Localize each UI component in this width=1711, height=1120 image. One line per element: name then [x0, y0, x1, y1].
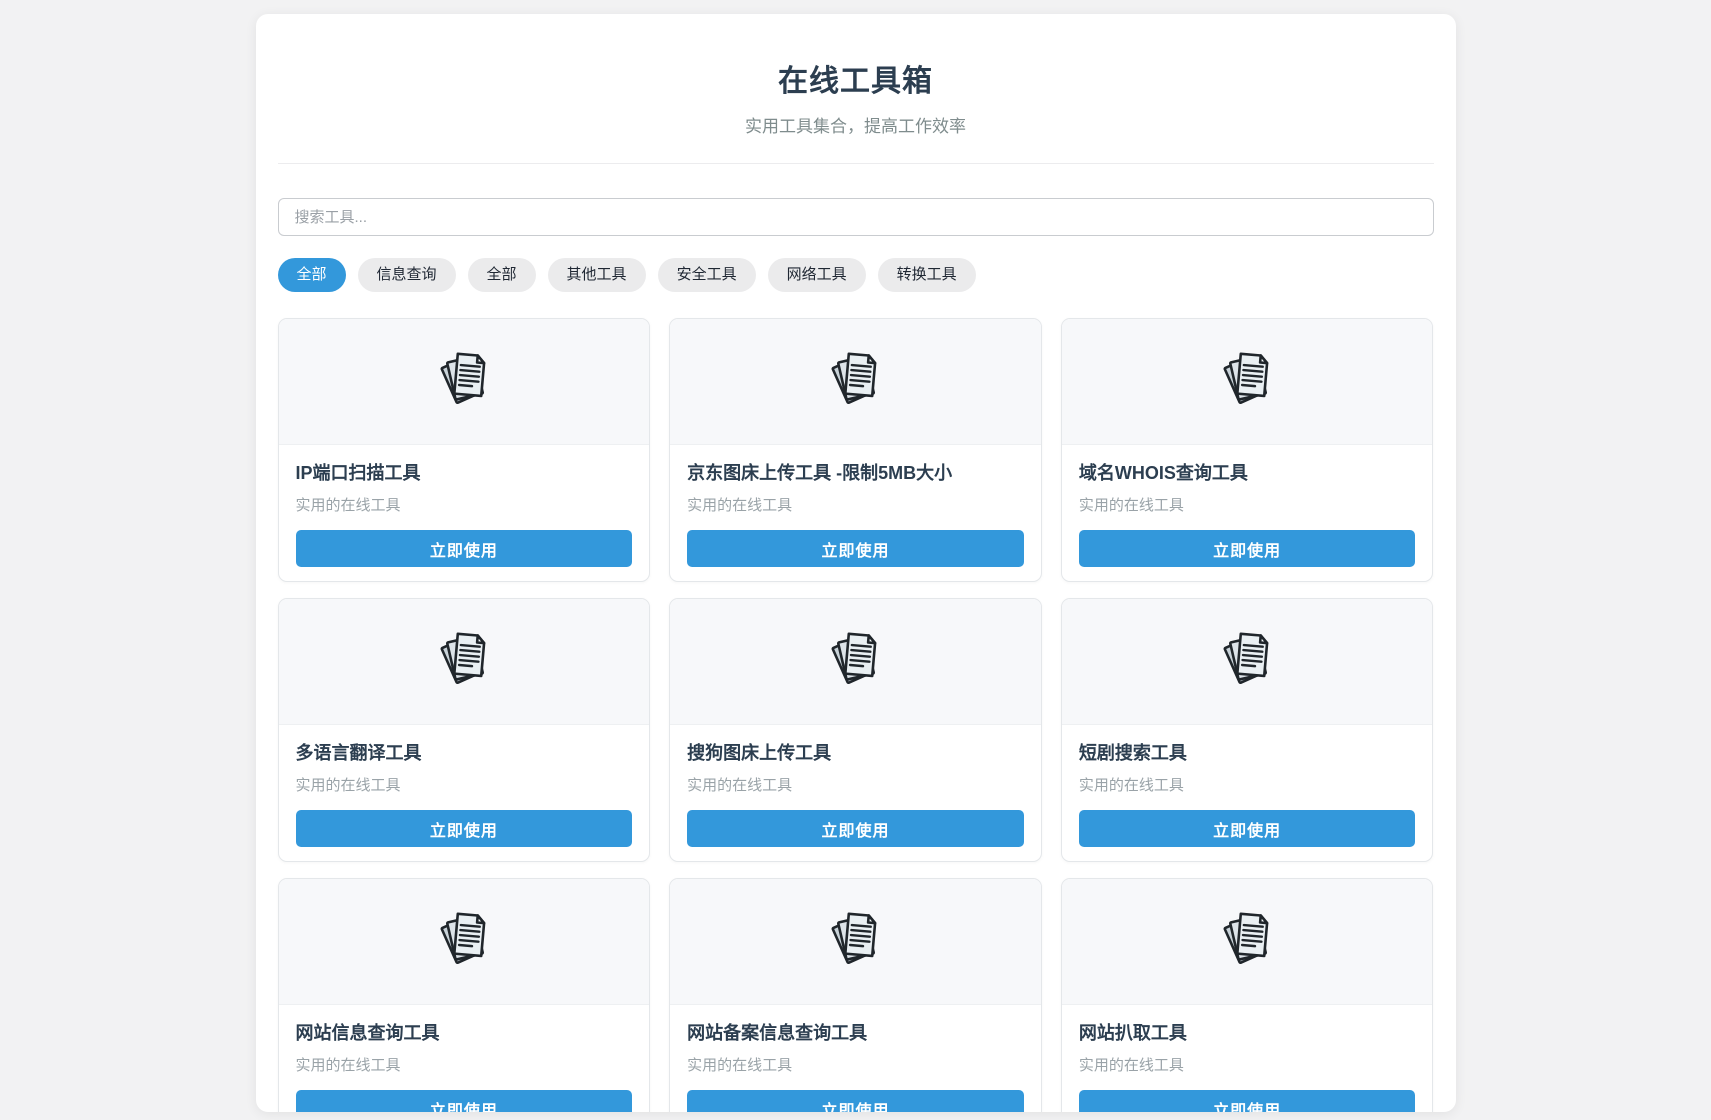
- tool-card: 网站备案信息查询工具 实用的在线工具 立即使用: [669, 878, 1042, 1112]
- card-icon-area: [1062, 879, 1433, 1005]
- tool-description: 实用的在线工具: [296, 494, 633, 515]
- use-now-button[interactable]: 立即使用: [687, 1090, 1024, 1112]
- card-icon-area: [279, 599, 650, 725]
- tool-description: 实用的在线工具: [687, 774, 1024, 795]
- card-body: 域名WHOIS查询工具 实用的在线工具 立即使用: [1062, 445, 1433, 581]
- tool-title: 短剧搜索工具: [1079, 742, 1416, 764]
- tool-title: 网站信息查询工具: [296, 1022, 633, 1044]
- tool-description: 实用的在线工具: [296, 774, 633, 795]
- card-body: 网站信息查询工具 实用的在线工具 立即使用: [279, 1005, 650, 1112]
- use-now-button[interactable]: 立即使用: [296, 530, 633, 567]
- filter-chip-network-tools[interactable]: 网络工具: [768, 258, 866, 292]
- card-icon-area: [670, 599, 1041, 725]
- use-now-button[interactable]: 立即使用: [687, 530, 1024, 567]
- card-icon-area: [1062, 319, 1433, 445]
- tool-title: 域名WHOIS查询工具: [1079, 462, 1416, 484]
- use-now-button[interactable]: 立即使用: [296, 1090, 633, 1112]
- tool-title: 多语言翻译工具: [296, 742, 633, 764]
- tool-title: 搜狗图床上传工具: [687, 742, 1024, 764]
- stacked-documents-icon: [823, 907, 887, 976]
- search-input[interactable]: [278, 198, 1434, 236]
- tool-card: 多语言翻译工具 实用的在线工具 立即使用: [278, 598, 651, 862]
- card-icon-area: [670, 879, 1041, 1005]
- filter-chip-all-2[interactable]: 全部: [468, 258, 536, 292]
- stacked-documents-icon: [1215, 627, 1279, 696]
- stacked-documents-icon: [823, 347, 887, 416]
- use-now-button[interactable]: 立即使用: [296, 810, 633, 847]
- tool-title: 网站扒取工具: [1079, 1022, 1416, 1044]
- stacked-documents-icon: [432, 627, 496, 696]
- card-body: 多语言翻译工具 实用的在线工具 立即使用: [279, 725, 650, 861]
- tool-card: 京东图床上传工具 -限制5MB大小 实用的在线工具 立即使用: [669, 318, 1042, 582]
- tool-card: 短剧搜索工具 实用的在线工具 立即使用: [1061, 598, 1434, 862]
- stacked-documents-icon: [432, 347, 496, 416]
- tool-description: 实用的在线工具: [687, 494, 1024, 515]
- filter-chip-convert-tools[interactable]: 转换工具: [878, 258, 976, 292]
- card-body: 京东图床上传工具 -限制5MB大小 实用的在线工具 立即使用: [670, 445, 1041, 581]
- main-container: 在线工具箱 实用工具集合，提高工作效率 全部 信息查询 全部 其他工具 安全工具…: [256, 14, 1456, 1112]
- card-icon-area: [279, 319, 650, 445]
- card-icon-area: [279, 879, 650, 1005]
- header-divider: [278, 163, 1434, 164]
- filter-chip-other-tools[interactable]: 其他工具: [548, 258, 646, 292]
- use-now-button[interactable]: 立即使用: [1079, 1090, 1416, 1112]
- tool-card: IP端口扫描工具 实用的在线工具 立即使用: [278, 318, 651, 582]
- card-icon-area: [670, 319, 1041, 445]
- card-body: 短剧搜索工具 实用的在线工具 立即使用: [1062, 725, 1433, 861]
- card-body: IP端口扫描工具 实用的在线工具 立即使用: [279, 445, 650, 581]
- tool-card: 域名WHOIS查询工具 实用的在线工具 立即使用: [1061, 318, 1434, 582]
- use-now-button[interactable]: 立即使用: [1079, 810, 1416, 847]
- card-body: 网站备案信息查询工具 实用的在线工具 立即使用: [670, 1005, 1041, 1112]
- filter-chip-security-tools[interactable]: 安全工具: [658, 258, 756, 292]
- card-body: 搜狗图床上传工具 实用的在线工具 立即使用: [670, 725, 1041, 861]
- stacked-documents-icon: [823, 627, 887, 696]
- card-icon-area: [1062, 599, 1433, 725]
- use-now-button[interactable]: 立即使用: [687, 810, 1024, 847]
- tool-card: 搜狗图床上传工具 实用的在线工具 立即使用: [669, 598, 1042, 862]
- use-now-button[interactable]: 立即使用: [1079, 530, 1416, 567]
- tool-description: 实用的在线工具: [1079, 774, 1416, 795]
- filter-chip-info-query[interactable]: 信息查询: [358, 258, 456, 292]
- tool-title: IP端口扫描工具: [296, 462, 633, 484]
- tool-title: 网站备案信息查询工具: [687, 1022, 1024, 1044]
- tool-description: 实用的在线工具: [296, 1054, 633, 1075]
- filter-chip-all[interactable]: 全部: [278, 258, 346, 292]
- tool-card: 网站信息查询工具 实用的在线工具 立即使用: [278, 878, 651, 1112]
- stacked-documents-icon: [432, 907, 496, 976]
- tool-description: 实用的在线工具: [1079, 1054, 1416, 1075]
- tool-title: 京东图床上传工具 -限制5MB大小: [687, 462, 1024, 484]
- filter-chip-bar: 全部 信息查询 全部 其他工具 安全工具 网络工具 转换工具: [278, 258, 1434, 292]
- stacked-documents-icon: [1215, 347, 1279, 416]
- tool-description: 实用的在线工具: [1079, 494, 1416, 515]
- page-subtitle: 实用工具集合，提高工作效率: [278, 112, 1434, 137]
- card-body: 网站扒取工具 实用的在线工具 立即使用: [1062, 1005, 1433, 1112]
- stacked-documents-icon: [1215, 907, 1279, 976]
- page-title: 在线工具箱: [278, 56, 1434, 100]
- tool-card-grid: IP端口扫描工具 实用的在线工具 立即使用: [278, 318, 1434, 1112]
- tool-description: 实用的在线工具: [687, 1054, 1024, 1075]
- tool-card: 网站扒取工具 实用的在线工具 立即使用: [1061, 878, 1434, 1112]
